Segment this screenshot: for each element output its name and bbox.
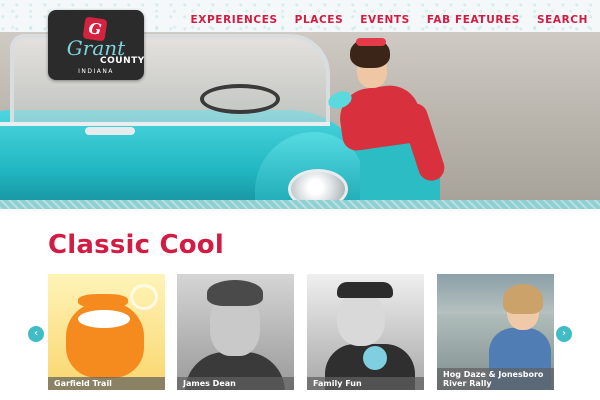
ice-cream-cone: [363, 346, 387, 370]
woman-bandana: [356, 38, 386, 46]
nav-places[interactable]: PLACES: [295, 14, 344, 26]
carousel-next-icon[interactable]: ›: [556, 326, 572, 342]
hero-pattern-band: [0, 200, 600, 209]
grant-county-logo[interactable]: G Grant COUNTY INDIANA: [48, 10, 144, 80]
carousel-prev-icon[interactable]: ‹: [28, 326, 44, 342]
car-headlight: [288, 169, 348, 202]
feature-carousel: ‹ Garfield Trail James Dean Family Fun H…: [0, 274, 600, 392]
nav-events[interactable]: EVENTS: [360, 14, 410, 26]
car-chrome-trim: [0, 122, 330, 126]
card-caption: James Dean: [177, 377, 294, 390]
garfield-head: [78, 294, 128, 308]
carousel-card-family-fun[interactable]: Family Fun: [307, 274, 424, 390]
main-navigation: EXPERIENCES PLACES EVENTS FAB FEATURES S…: [191, 14, 588, 26]
logo-state: INDIANA: [78, 68, 114, 75]
page: EXPERIENCES PLACES EVENTS FAB FEATURES S…: [0, 0, 600, 400]
nav-fab-features[interactable]: FAB FEATURES: [427, 14, 520, 26]
steering-wheel: [200, 84, 280, 114]
card-caption: Garfield Trail: [48, 377, 165, 390]
girl-cap: [337, 282, 393, 298]
portrait-hair: [207, 280, 263, 306]
hood-ornament: [85, 127, 135, 135]
card-caption: Hog Daze & Jonesboro River Rally: [437, 368, 554, 390]
logo-county: COUNTY: [100, 56, 145, 66]
woman-hair: [503, 284, 543, 314]
nav-experiences[interactable]: EXPERIENCES: [191, 14, 278, 26]
carousel-card-hog-daze[interactable]: Hog Daze & Jonesboro River Rally: [437, 274, 554, 390]
section-title: Classic Cool: [48, 230, 224, 260]
girl-face: [337, 292, 385, 346]
card-caption: Family Fun: [307, 377, 424, 390]
garfield-eyes: [78, 310, 130, 328]
nav-search[interactable]: SEARCH: [537, 14, 588, 26]
carousel-card-james-dean[interactable]: James Dean: [177, 274, 294, 390]
paw-print-icon: [130, 284, 158, 310]
carousel-card-garfield-trail[interactable]: Garfield Trail: [48, 274, 165, 390]
